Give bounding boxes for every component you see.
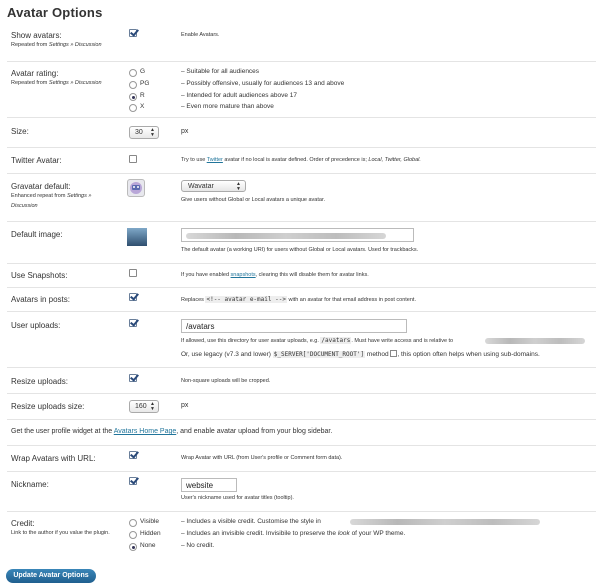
row-credit: Credit: Link to the author if you value …: [7, 512, 596, 558]
row-gravatar: Gravatar default: Enhanced repeat from S…: [7, 174, 596, 222]
avatars-posts-checkbox[interactable]: [129, 293, 137, 301]
redacted-path: [485, 338, 585, 344]
user-uploads-label: User uploads:: [11, 321, 61, 330]
twitter-desc: Try to use Twitter avatar if no local is…: [181, 157, 421, 163]
rating-r-radio[interactable]: [129, 93, 137, 101]
avatars-home-link[interactable]: Avatars Home Page: [114, 428, 177, 435]
avatars-posts-code: <!-- avatar e-mail -->: [205, 296, 287, 303]
credit-visible-desc: – Includes a visible credit. Customise t…: [181, 518, 321, 525]
default-image-desc: The default avatar (a working URI) for u…: [181, 247, 419, 253]
credit-visible-radio[interactable]: [129, 519, 137, 527]
row-avatars-posts: Avatars in posts: Replaces <!-- avatar e…: [7, 288, 596, 312]
credit-hidden-radio[interactable]: [129, 531, 137, 539]
show-avatars-sub: Repeated from Settings » Discussion: [11, 42, 102, 48]
twitter-checkbox[interactable]: [129, 155, 137, 163]
nickname-checkbox[interactable]: [129, 477, 137, 485]
redacted-style-path: [350, 519, 540, 525]
select-arrows-icon: ▲ ▼: [236, 181, 241, 192]
default-image-label: Default image:: [11, 230, 63, 239]
rating-g-label: G: [140, 68, 146, 75]
show-avatars-checkbox[interactable]: [129, 29, 137, 37]
rating-pg-radio[interactable]: [129, 81, 137, 89]
uploads-desc-1: If allowed, use this directory for user …: [181, 337, 454, 344]
rating-r-label: R: [140, 92, 145, 99]
row-wrap-avatars: Wrap Avatars with URL: Wrap Avatar with …: [7, 446, 596, 472]
show-avatars-label: Show avatars:: [11, 31, 62, 40]
stepper-arrows-icon: ▲ ▼: [150, 401, 155, 412]
nickname-label: Nickname:: [11, 480, 49, 489]
rating-x-desc: – Even more mature than above: [181, 103, 274, 110]
gravatar-preview-image: [127, 179, 145, 197]
row-size: Size: 30 ▲ ▼ px: [7, 118, 596, 148]
update-avatar-options-button[interactable]: Update Avatar Options: [6, 569, 96, 583]
size-label: Size:: [11, 127, 29, 136]
size-unit: px: [181, 128, 189, 135]
gravatar-desc: Give users without Global or Local avata…: [181, 197, 325, 203]
row-snapshots: Use Snapshots: If you have enabled snaps…: [7, 264, 596, 288]
rating-pg-label: PG: [140, 80, 150, 87]
user-uploads-checkbox[interactable]: [129, 319, 137, 327]
row-user-uploads: User uploads: /avatars If allowed, use t…: [7, 312, 596, 368]
stepper-arrows-icon: ▲ ▼: [150, 127, 155, 138]
gravatar-select-value: Wavatar: [188, 183, 214, 190]
twitter-label: Twitter Avatar:: [11, 156, 62, 165]
avatar-rating-label: Avatar rating:: [11, 69, 59, 78]
gravatar-default-select[interactable]: Wavatar ▲ ▼: [181, 180, 246, 192]
size-value: 30: [135, 129, 143, 136]
snapshots-checkbox[interactable]: [129, 269, 137, 277]
rating-pg-desc: – Possibly offensive, usually for audien…: [181, 80, 345, 87]
resize-size-value: 160: [135, 403, 147, 410]
row-twitter: Twitter Avatar: Try to use Twitter avata…: [7, 148, 596, 174]
rating-r-desc: – Intended for adult audiences above 17: [181, 92, 298, 99]
credit-none-desc: – No credit.: [181, 542, 215, 549]
gravatar-label: Gravatar default:: [11, 182, 71, 191]
wrap-avatars-label: Wrap Avatars with URL:: [11, 454, 96, 463]
nickname-input[interactable]: website: [181, 478, 237, 492]
show-avatars-desc: Enable Avatars.: [181, 32, 220, 38]
resize-uploads-checkbox[interactable]: [129, 374, 137, 382]
resize-size-label: Resize uploads size:: [11, 402, 85, 411]
uploads-desc-2: Or, use legacy (v7.3 and lower) $_SERVER…: [181, 350, 540, 358]
wrap-avatars-desc: Wrap Avatar with URL (from User's profil…: [181, 455, 343, 461]
uploads-dir-input[interactable]: /avatars: [181, 319, 407, 333]
page-title: Avatar Options: [7, 5, 103, 20]
row-show-avatars: Show avatars: Repeated from Settings » D…: [7, 24, 596, 62]
wrap-avatars-checkbox[interactable]: [129, 451, 137, 459]
row-default-image: Default image: The default avatar (a wor…: [7, 222, 596, 264]
redacted-url: [186, 233, 386, 239]
size-stepper[interactable]: 30 ▲ ▼: [129, 126, 159, 139]
widget-note: Get the user profile widget at the Avata…: [11, 428, 333, 435]
gravatar-sub: Enhanced repeat from Settings » Discussi…: [11, 193, 92, 209]
avatars-posts-desc: Replaces <!-- avatar e-mail --> with an …: [181, 296, 416, 303]
resize-uploads-label: Resize uploads:: [11, 377, 68, 386]
avatars-posts-label: Avatars in posts:: [11, 295, 70, 304]
rating-x-label: X: [140, 103, 145, 110]
row-nickname: Nickname: website User's nickname used f…: [7, 472, 596, 512]
credit-none-radio[interactable]: [129, 543, 137, 551]
snapshots-desc: If you have enabled snapshots, clearing …: [181, 272, 369, 278]
nickname-desc: User's nickname used for avatar titles (…: [181, 495, 294, 501]
snapshots-link[interactable]: snapshots: [231, 272, 256, 278]
twitter-link[interactable]: Twitter: [207, 157, 223, 163]
row-resize-size: Resize uploads size: 160 ▲ ▼ px: [7, 394, 596, 420]
row-resize-uploads: Resize uploads: Non-square uploads will …: [7, 368, 596, 394]
rating-x-radio[interactable]: [129, 104, 137, 112]
rating-g-desc: – Suitable for all audiences: [181, 68, 260, 75]
default-image-preview: [127, 228, 147, 246]
credit-hidden-label: Hidden: [140, 530, 161, 537]
credit-sub: Link to the author if you value the plug…: [11, 530, 110, 536]
row-avatar-rating: Avatar rating: Repeated from Settings » …: [7, 62, 596, 118]
resize-size-stepper[interactable]: 160 ▲ ▼: [129, 400, 159, 413]
default-image-input[interactable]: [181, 228, 414, 242]
row-widget-note: Get the user profile widget at the Avata…: [7, 420, 596, 446]
rating-g-radio[interactable]: [129, 69, 137, 77]
resize-size-unit: px: [181, 402, 189, 409]
credit-label: Credit:: [11, 519, 35, 528]
snapshots-label: Use Snapshots:: [11, 271, 68, 280]
credit-none-label: None: [140, 542, 156, 549]
resize-uploads-desc: Non-square uploads will be cropped.: [181, 378, 271, 384]
credit-hidden-desc: – Includes an invisible credit. Invisibi…: [181, 530, 406, 537]
credit-visible-label: Visible: [140, 518, 160, 525]
avatar-rating-sub: Repeated from Settings » Discussion: [11, 80, 102, 86]
